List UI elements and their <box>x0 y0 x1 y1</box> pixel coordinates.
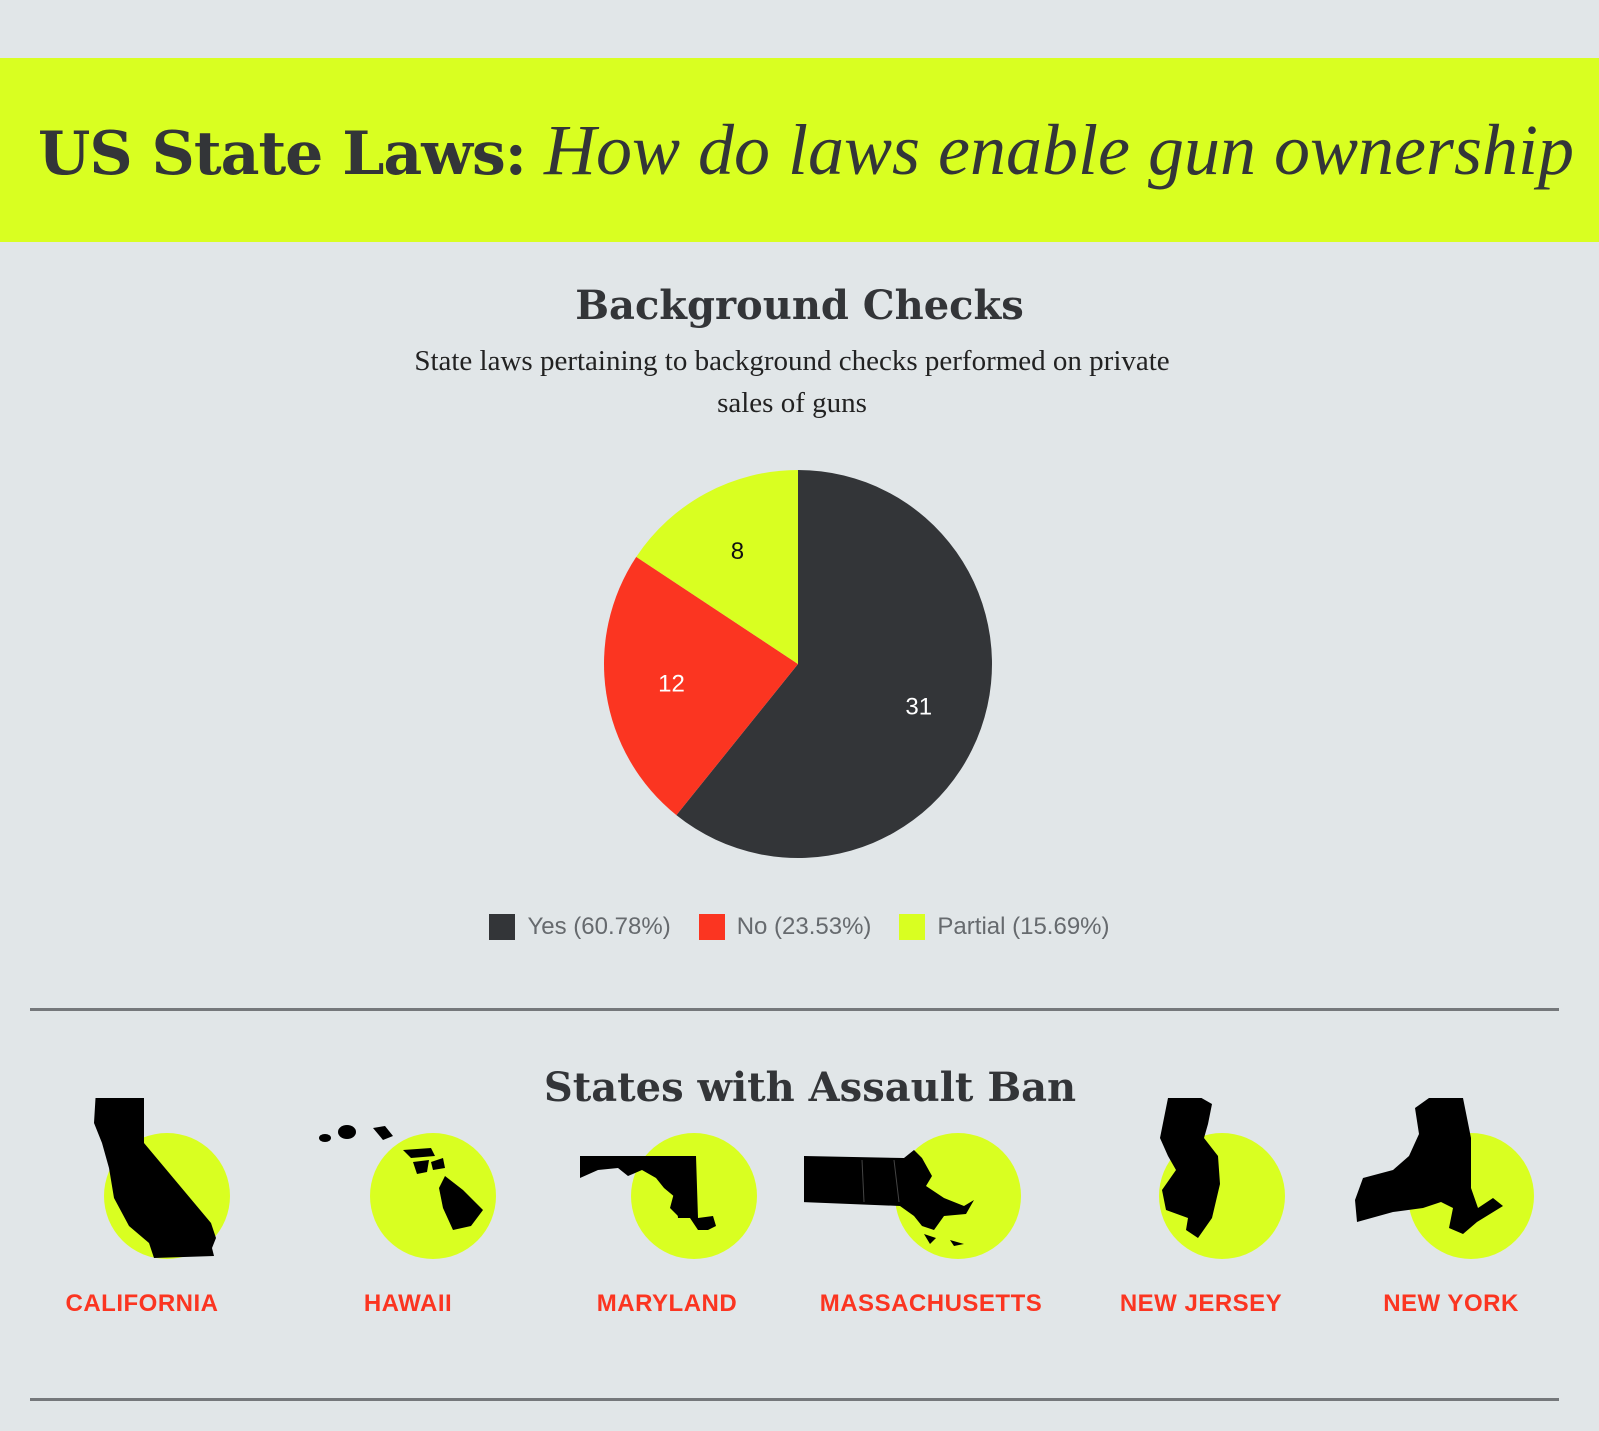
legend-label-no: No (23.53%) <box>736 913 872 940</box>
state-label-new-jersey: NEW JERSEY <box>1119 1290 1283 1317</box>
pie-label-no: 12 <box>658 671 685 698</box>
state-label-maryland: MARYLAND <box>596 1290 738 1317</box>
pie-chart: 31 12 8 <box>604 470 993 858</box>
bottom-divider <box>30 1398 1559 1401</box>
state-label-massachusetts: MASSACHUSETTS <box>819 1290 1043 1317</box>
section-divider <box>30 1008 1559 1011</box>
legend-item-yes: Yes (60.78%) <box>489 913 671 941</box>
state-label-hawaii: HAWAII <box>363 1290 453 1317</box>
legend-swatch-no <box>698 914 725 940</box>
legend-item-partial: Partial (15.69%) <box>899 913 1110 941</box>
pie-label-partial: 8 <box>731 538 744 565</box>
chart-legend: Yes (60.78%) No (23.53%) Partial (15.69%… <box>0 910 1599 944</box>
legend-swatch-partial <box>899 914 926 940</box>
state-label-new-york: NEW YORK <box>1383 1290 1519 1317</box>
pie-label-yes: 31 <box>905 694 932 721</box>
legend-label-partial: Partial (15.69%) <box>937 913 1110 940</box>
state-label-california: CALIFORNIA <box>65 1290 219 1317</box>
legend-label-yes: Yes (60.78%) <box>527 913 671 940</box>
legend-item-no: No (23.53%) <box>698 913 872 941</box>
legend-swatch-yes <box>489 914 516 940</box>
